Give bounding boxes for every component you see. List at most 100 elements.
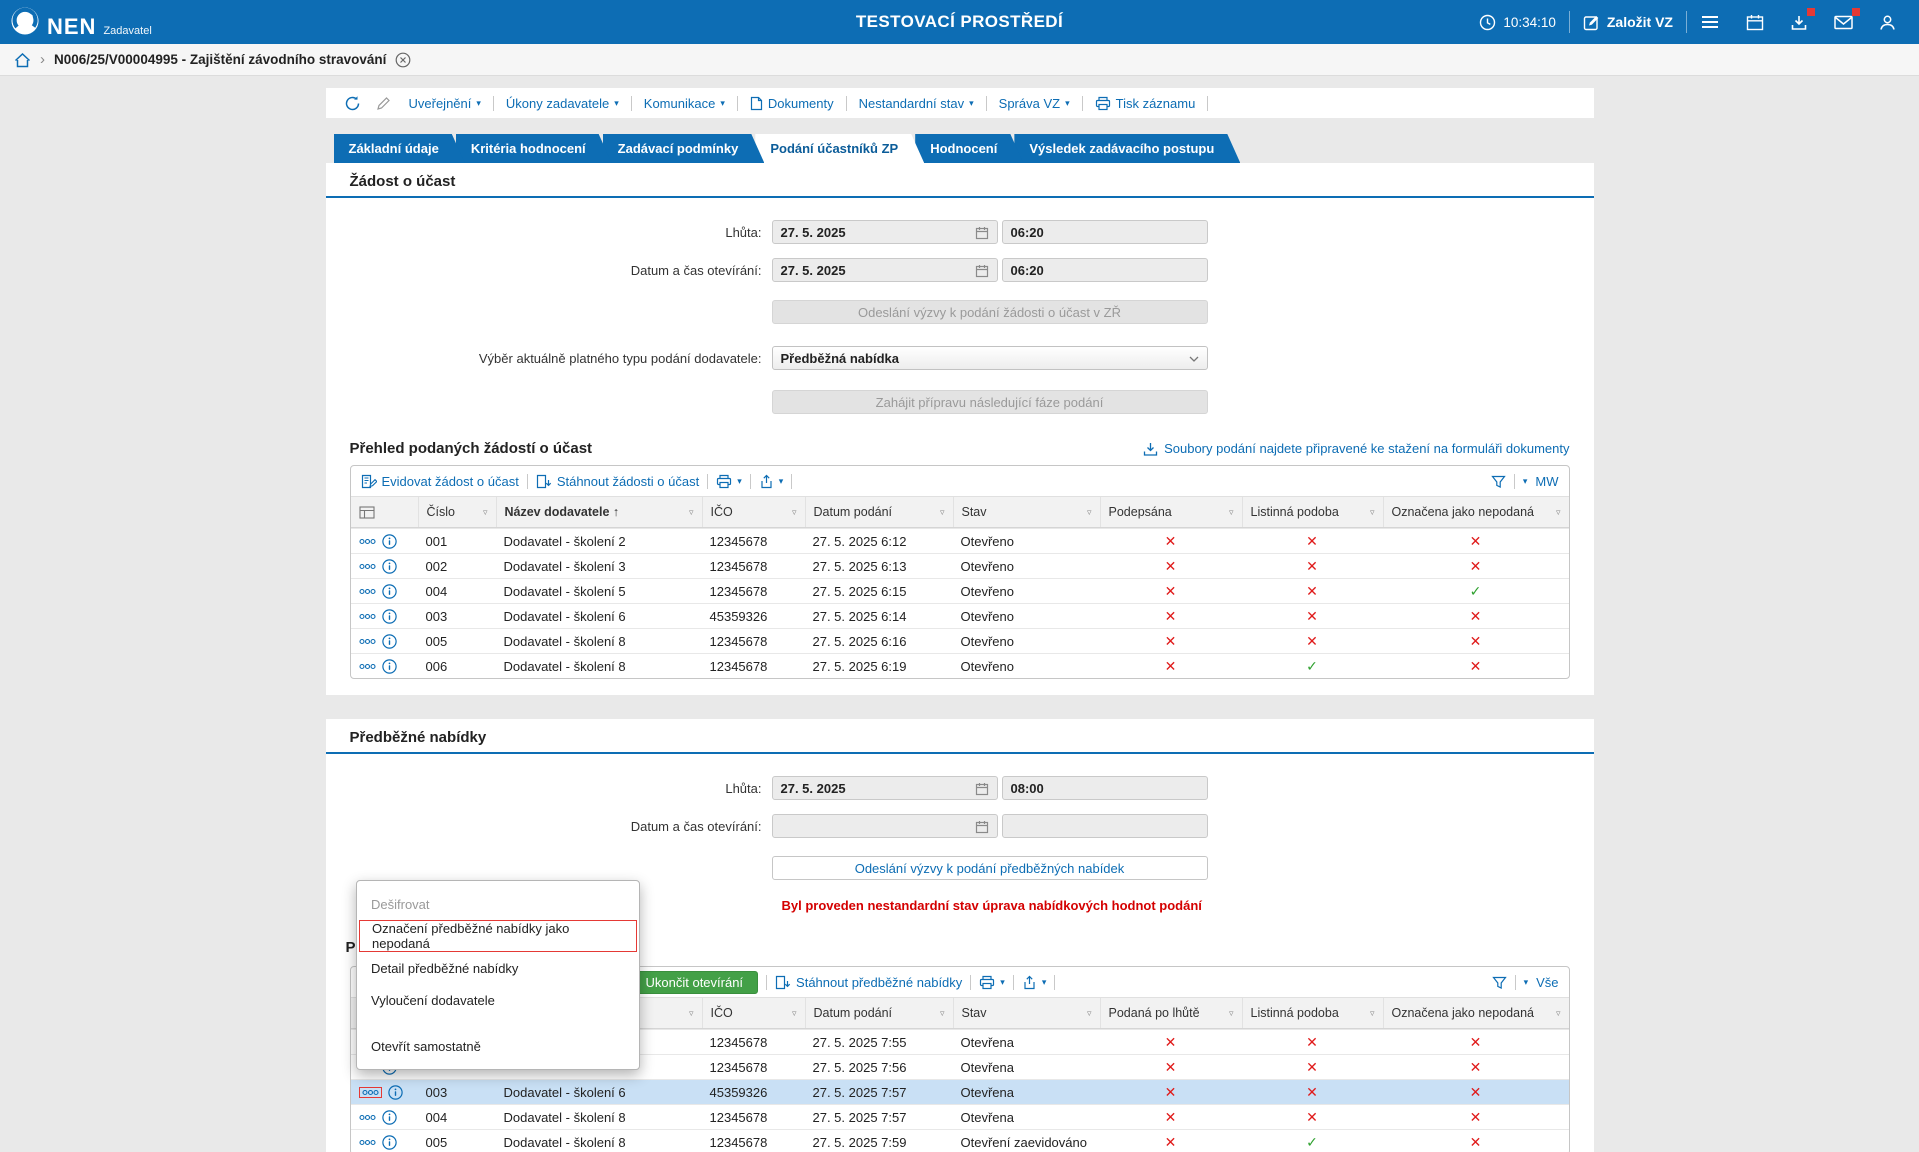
filter-chevron-icon[interactable]: ▿	[940, 507, 945, 518]
col-podana-po-lhute[interactable]: Podaná po lhůtě▿	[1100, 998, 1242, 1028]
col-datum-podani[interactable]: Datum podání▿	[805, 998, 953, 1028]
tab-zakladni-udaje[interactable]: Základní údaje	[334, 134, 465, 163]
row-menu-icon[interactable]	[359, 1114, 376, 1121]
row-info-icon[interactable]	[382, 584, 397, 599]
filter-chevron-icon[interactable]: ▿	[689, 1008, 694, 1019]
row-info-icon[interactable]	[382, 1110, 397, 1125]
print-table-button[interactable]: ▾	[979, 974, 1005, 990]
row-info-icon[interactable]	[388, 1085, 403, 1100]
opening-time-input[interactable]: 06:20	[1002, 258, 1208, 282]
main-menu-button[interactable]	[1687, 0, 1733, 44]
table-row-selected[interactable]: 003 Dodavatel - školení 6 45359326 27. 5…	[351, 1079, 1569, 1104]
row-info-icon[interactable]	[382, 559, 397, 574]
calendar-icon[interactable]	[975, 818, 989, 834]
filter-chevron-icon[interactable]: ▿	[792, 1008, 797, 1019]
col-ico[interactable]: IČO▿	[702, 998, 805, 1028]
table-row[interactable]: 005 Dodavatel - školení 8 12345678 27. 5…	[351, 628, 1569, 653]
row-menu-icon[interactable]	[359, 613, 376, 620]
row-info-icon[interactable]	[382, 634, 397, 649]
tab-hodnoceni[interactable]: Hodnocení	[915, 134, 1023, 163]
pencil-icon[interactable]	[370, 95, 397, 111]
filter-chevron-icon[interactable]: ▿	[483, 507, 488, 518]
history-icon[interactable]	[338, 94, 367, 111]
row-menu-icon[interactable]	[359, 663, 376, 670]
filter-chevron-icon[interactable]: ▿	[792, 507, 797, 518]
tab-kriteria-hodnoceni[interactable]: Kritéria hodnocení	[456, 134, 612, 163]
filter-chevron-icon[interactable]: ▿	[940, 1008, 945, 1019]
row-menu-icon[interactable]	[359, 1139, 376, 1146]
table-row[interactable]: 003 Dodavatel - školení 6 45359326 27. 5…	[351, 603, 1569, 628]
row-menu-icon[interactable]	[359, 563, 376, 570]
col-podepsana[interactable]: Podepsána▿	[1100, 497, 1242, 527]
menu-tisk-zaznamu[interactable]: Tisk záznamu	[1086, 95, 1205, 111]
table-row[interactable]: 001 Dodavatel - školení 2 12345678 27. 5…	[351, 528, 1569, 553]
calendar-icon[interactable]	[975, 224, 989, 240]
menu-dokumenty[interactable]: Dokumenty	[741, 95, 843, 111]
filter-chevron-icon[interactable]: ▿	[689, 507, 694, 518]
calendar-icon[interactable]	[975, 780, 989, 796]
chevron-down-icon[interactable]: ▾	[1524, 977, 1529, 988]
deadline-time-input[interactable]: 06:20	[1002, 220, 1208, 244]
tab-vysledek-zadavaciho-postupu[interactable]: Výsledek zadávacího postupu	[1014, 134, 1240, 163]
tab-podani-ucastniku-zp[interactable]: Podání účastníků ZP	[755, 134, 924, 163]
breadcrumb-item[interactable]: N006/25/V00004995 - Zajištění závodního …	[54, 52, 386, 67]
create-vz-button[interactable]: Založit VZ	[1570, 0, 1686, 44]
tab-zadavaci-podminky[interactable]: Zadávací podmínky	[603, 134, 765, 163]
print-table-button[interactable]: ▾	[716, 473, 742, 489]
home-icon[interactable]	[14, 51, 31, 67]
stahnout-nabidky-button[interactable]: Stáhnout předběžné nabídky	[775, 974, 962, 990]
filter-chevron-icon[interactable]: ▿	[1370, 507, 1375, 518]
col-oznacena-jako-nepodana[interactable]: Označena jako nepodaná▿	[1383, 497, 1569, 527]
filter-icon[interactable]	[1491, 473, 1506, 489]
close-record-icon[interactable]	[395, 51, 411, 68]
menu-uverejneni[interactable]: Uveřejnění▾	[400, 96, 490, 111]
col-stav[interactable]: Stav▿	[953, 497, 1100, 527]
submission-files-link[interactable]: Soubory podání najdete připravené ke sta…	[1143, 441, 1569, 457]
send-preliminary-offers-button[interactable]: Odeslání výzvy k podání předběžných nabí…	[772, 856, 1208, 880]
row-menu-icon[interactable]	[359, 638, 376, 645]
deadline-date-input[interactable]: 27. 5. 2025	[772, 776, 998, 800]
filter-chevron-icon[interactable]: ▿	[1556, 1008, 1561, 1019]
export-table-button[interactable]: ▾	[759, 473, 784, 489]
filter-chevron-icon[interactable]: ▿	[1229, 507, 1234, 518]
downloads-button[interactable]	[1777, 0, 1821, 44]
profile-button[interactable]	[1866, 0, 1909, 44]
chevron-down-icon[interactable]: ▾	[1523, 476, 1528, 487]
ukoncit-oteviran-button[interactable]: Ukončit otevírání	[631, 971, 759, 994]
table-row[interactable]: 006 Dodavatel - školení 8 12345678 27. 5…	[351, 653, 1569, 678]
table-row[interactable]: 005 Dodavatel - školení 8 12345678 27. 5…	[351, 1129, 1569, 1152]
view-selector[interactable]: MW	[1535, 474, 1558, 489]
col-listinna-podoba[interactable]: Listinná podoba▿	[1242, 497, 1383, 527]
menu-komunikace[interactable]: Komunikace▾	[635, 96, 734, 111]
deadline-time-input[interactable]: 08:00	[1002, 776, 1208, 800]
row-menu-icon[interactable]	[359, 588, 376, 595]
filter-chevron-icon[interactable]: ▿	[1087, 507, 1092, 518]
calendar-icon[interactable]	[975, 262, 989, 278]
menu-item-detail-nabidky[interactable]: Detail předběžné nabídky	[357, 952, 639, 984]
menu-ukony-zadavatele[interactable]: Úkony zadavatele▾	[497, 96, 628, 111]
menu-nestandardni-stav[interactable]: Nestandardní stav▾	[850, 96, 983, 111]
menu-item-vylouceni-dodavatele[interactable]: Vyloučení dodavatele	[357, 984, 639, 1016]
row-menu-icon[interactable]	[362, 1089, 379, 1096]
opening-date-input[interactable]: 27. 5. 2025	[772, 258, 998, 282]
brand[interactable]: NEN Zadavatel	[10, 6, 152, 38]
row-info-icon[interactable]	[382, 1135, 397, 1150]
calendar-button[interactable]	[1733, 0, 1777, 44]
opening-time-input[interactable]	[1002, 814, 1208, 838]
col-listinna-podoba[interactable]: Listinná podoba▿	[1242, 998, 1383, 1028]
messages-button[interactable]	[1821, 0, 1866, 44]
row-info-icon[interactable]	[382, 659, 397, 674]
menu-item-otevrit-samostatne[interactable]: Otevřít samostatně	[357, 1030, 639, 1062]
table-row[interactable]: 004 Dodavatel - školení 5 12345678 27. 5…	[351, 578, 1569, 603]
view-selector[interactable]: Vše	[1536, 975, 1558, 990]
row-menu-icon[interactable]	[359, 538, 376, 545]
filter-chevron-icon[interactable]: ▿	[1556, 507, 1561, 518]
col-cislo[interactable]: Číslo▿	[418, 497, 496, 527]
submission-type-select[interactable]: Předběžná nabídka	[772, 346, 1208, 370]
filter-icon[interactable]	[1492, 974, 1507, 990]
table-row[interactable]: 002 Dodavatel - školení 3 12345678 27. 5…	[351, 553, 1569, 578]
menu-sprava-vz[interactable]: Správa VZ▾	[990, 96, 1079, 111]
export-table-button[interactable]: ▾	[1022, 974, 1047, 990]
col-oznacena-jako-nepodana[interactable]: Označena jako nepodaná▿	[1383, 998, 1569, 1028]
menu-item-oznaceni-nepodana[interactable]: Označení předběžné nabídky jako nepodaná	[359, 920, 637, 952]
